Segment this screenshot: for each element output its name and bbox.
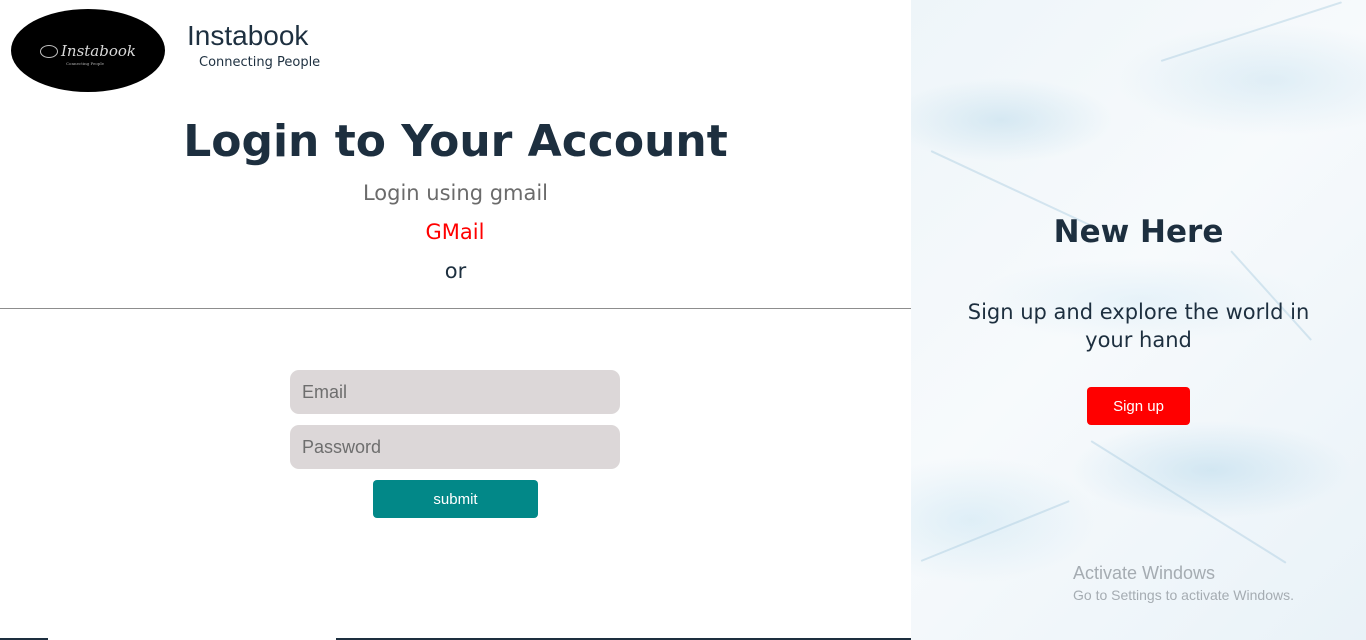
activate-windows-subtitle: Go to Settings to activate Windows.: [1073, 587, 1294, 603]
email-field[interactable]: [290, 370, 620, 414]
divider: [0, 308, 911, 309]
marble-vein: [1160, 1, 1343, 62]
page-title: Login to Your Account: [183, 116, 728, 167]
submit-button[interactable]: submit: [373, 480, 538, 518]
signup-button[interactable]: Sign up: [1087, 387, 1190, 425]
brand-tagline: Connecting People: [199, 55, 321, 70]
or-separator-text: or: [444, 259, 467, 283]
new-here-heading: New Here: [1053, 214, 1224, 250]
logo-wordmark: Instabook Connecting People: [39, 41, 136, 66]
instabook-logo[interactable]: Instabook Connecting People: [11, 9, 165, 92]
password-field[interactable]: [290, 425, 620, 469]
brand-name: Instabook: [187, 20, 309, 51]
rose-icon: [39, 45, 58, 58]
signup-description: Sign up and explore the world in your ha…: [967, 300, 1310, 352]
activate-windows-title: Activate Windows: [1073, 563, 1216, 583]
marble-vein: [920, 500, 1070, 562]
marble-vein: [1090, 440, 1287, 564]
logo-subtext: Connecting People: [65, 60, 105, 66]
login-subtitle: Login using gmail: [362, 181, 549, 205]
gmail-login-link[interactable]: GMail: [405, 220, 505, 244]
login-panel: Instabook Connecting People Instabook Co…: [0, 0, 911, 640]
logo-text: Instabook: [60, 41, 136, 60]
